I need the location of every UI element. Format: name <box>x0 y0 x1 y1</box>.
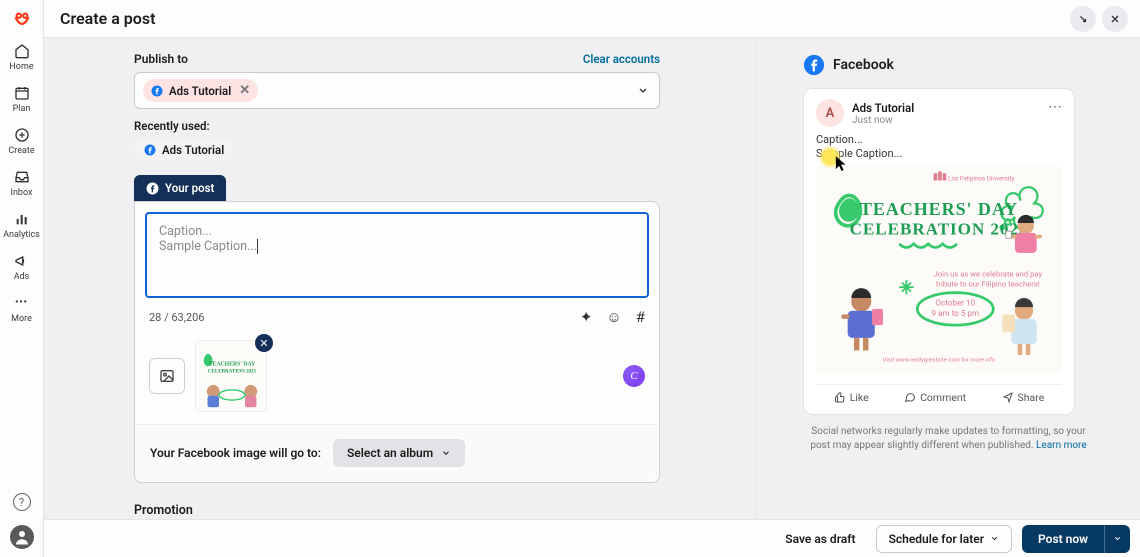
preview-more-icon[interactable]: ⋯ <box>1048 99 1062 115</box>
svg-text:CELEBRATION 2025: CELEBRATION 2025 <box>850 219 1029 238</box>
page-header: Create a post <box>44 0 1140 38</box>
preview-actions: Like Comment Share <box>816 384 1062 410</box>
preview-account-name: Ads Tutorial <box>852 101 914 115</box>
save-draft-button[interactable]: Save as draft <box>775 526 865 552</box>
account-select[interactable]: Ads Tutorial ✕ <box>134 72 660 109</box>
preview-avatar: A <box>816 99 844 127</box>
promotion-section: Promotion Promote this post by boosting … <box>134 503 660 519</box>
media-thumbnail[interactable]: TEACHERS' DAY CELEBRATION 2025 ✕ <box>195 340 267 412</box>
nav-plan[interactable]: Plan <box>0 84 43 114</box>
nav-analytics[interactable]: Analytics <box>0 210 43 240</box>
nav-label: More <box>11 314 32 324</box>
nav-label: Create <box>8 146 34 156</box>
post-tabs: Your post <box>134 175 660 201</box>
comment-button[interactable]: Comment <box>904 391 966 404</box>
home-icon <box>13 42 31 60</box>
close-button[interactable] <box>1102 6 1128 32</box>
svg-text:Join us as we celebrate and pa: Join us as we celebrate and pay <box>934 269 1043 278</box>
nav-label: Home <box>9 62 33 72</box>
svg-text:9 am to 5 pm: 9 am to 5 pm <box>931 308 979 318</box>
album-label: Your Facebook image will go to: <box>150 446 321 460</box>
post-now-button[interactable]: Post now <box>1022 525 1104 553</box>
minimize-button[interactable] <box>1070 6 1096 32</box>
plus-circle-icon <box>13 126 31 144</box>
account-chip: Ads Tutorial ✕ <box>143 79 258 102</box>
svg-text:October 10: October 10 <box>935 297 975 307</box>
preview-disclaimer: Social networks regularly make updates t… <box>803 425 1094 453</box>
schedule-button[interactable]: Schedule for later <box>876 525 1012 553</box>
inbox-icon <box>13 168 31 186</box>
hashtag-icon[interactable]: # <box>636 308 645 326</box>
caption-line: Sample Caption... <box>159 239 257 254</box>
footer-bar: Save as draft Schedule for later Post no… <box>44 519 1140 557</box>
composer-panel: Publish to Clear accounts Ads Tutorial ✕… <box>44 38 756 519</box>
recently-used-label: Recently used: <box>134 119 660 133</box>
preview-panel: Facebook A Ads Tutorial Just now ⋯ Capti… <box>756 38 1140 519</box>
bar-chart-icon <box>13 210 31 228</box>
nav-create[interactable]: Create <box>0 126 43 156</box>
facebook-icon <box>146 182 159 195</box>
page-title: Create a post <box>60 9 155 28</box>
caption-line: Caption... <box>159 224 212 239</box>
nav-label: Ads <box>14 272 30 282</box>
select-album-button[interactable]: Select an album <box>333 439 465 467</box>
calendar-icon <box>13 84 31 102</box>
ai-sparkle-icon[interactable]: ✦ <box>580 308 593 326</box>
help-icon[interactable]: ? <box>13 493 31 511</box>
svg-text:tribute to our Filipino teache: tribute to our Filipino teachers! <box>936 279 1040 288</box>
nav-label: Plan <box>13 104 31 114</box>
svg-text:TEACHERS' DAY: TEACHERS' DAY <box>860 198 1018 218</box>
publish-label: Publish to Clear accounts <box>134 52 660 66</box>
nav-inbox[interactable]: Inbox <box>0 168 43 198</box>
facebook-icon <box>803 54 825 76</box>
left-nav-rail: Home Plan Create Inbox Analytics Ads •••… <box>0 0 44 557</box>
add-media-button[interactable] <box>149 358 185 394</box>
canva-button[interactable]: C <box>623 365 645 387</box>
user-avatar[interactable] <box>10 525 34 549</box>
emoji-icon[interactable]: ☺ <box>606 308 621 326</box>
char-counter: 28 / 63,206 <box>149 311 204 324</box>
facebook-icon <box>144 144 156 156</box>
like-button[interactable]: Like <box>834 391 869 404</box>
chevron-down-icon <box>637 81 649 100</box>
cursor-icon <box>834 155 848 173</box>
clear-accounts-link[interactable]: Clear accounts <box>583 52 660 66</box>
svg-text:Visit www.reallygreatsite.com: Visit www.reallygreatsite.com for more i… <box>883 356 996 363</box>
preview-timestamp: Just now <box>852 115 914 126</box>
nav-label: Analytics <box>3 230 40 240</box>
dots-icon: ••• <box>13 294 31 312</box>
nav-label: Inbox <box>11 188 33 198</box>
promotion-title: Promotion <box>134 503 660 518</box>
post-now-dropdown[interactable] <box>1104 525 1130 553</box>
svg-text:CELEBRATION 2025: CELEBRATION 2025 <box>208 369 257 375</box>
app-logo <box>9 6 35 32</box>
svg-text:Los Felipinos University: Los Felipinos University <box>948 174 1014 182</box>
chip-label: Ads Tutorial <box>162 143 224 157</box>
facebook-icon <box>151 85 163 97</box>
share-button[interactable]: Share <box>1002 391 1045 404</box>
preview-network-label: Facebook <box>833 57 894 73</box>
nav-home[interactable]: Home <box>0 42 43 72</box>
learn-more-link[interactable]: Learn more <box>1036 440 1087 451</box>
preview-caption-line: Caption... <box>816 133 1062 147</box>
remove-media-icon[interactable]: ✕ <box>255 334 273 352</box>
caption-textarea[interactable]: Caption... Sample Caption... <box>145 212 649 298</box>
nav-more[interactable]: ••• More <box>0 294 43 324</box>
chip-remove-icon[interactable]: ✕ <box>239 83 250 98</box>
preview-image: Los Felipinos University TEACHERS' DAY C… <box>816 166 1062 374</box>
tab-your-post[interactable]: Your post <box>134 175 226 201</box>
facebook-preview-card: A Ads Tutorial Just now ⋯ Caption... Sam… <box>803 88 1075 415</box>
preview-caption-line: Sample Caption... <box>816 147 1062 161</box>
chip-label: Ads Tutorial <box>169 84 231 98</box>
svg-text:TEACHERS' DAY: TEACHERS' DAY <box>209 361 256 367</box>
megaphone-icon <box>13 252 31 270</box>
editor-card: Caption... Sample Caption... 28 / 63,206… <box>134 201 660 483</box>
recent-account-chip[interactable]: Ads Tutorial <box>134 139 234 161</box>
nav-ads[interactable]: Ads <box>0 252 43 282</box>
